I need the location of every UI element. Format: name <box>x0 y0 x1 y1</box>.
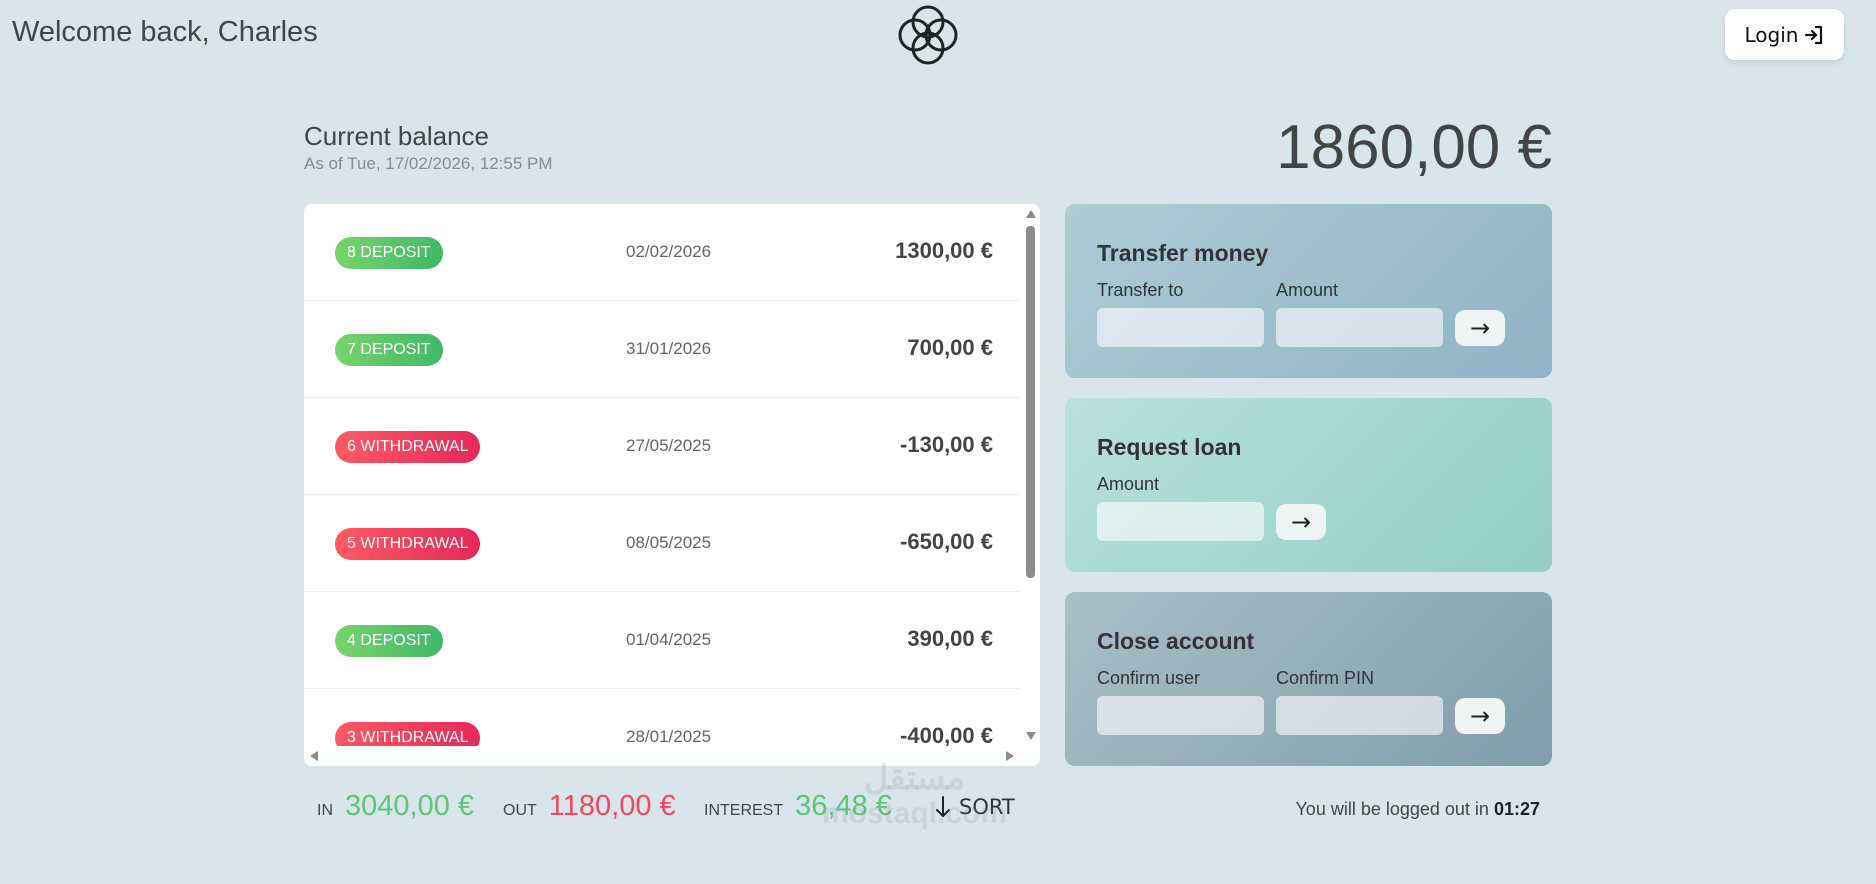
movement-type-badge: 8 DEPOSIT <box>335 237 443 269</box>
scrollbar-thumb[interactable] <box>1026 226 1035 578</box>
movements-list[interactable]: 8 DEPOSIT 02/02/2026 1300,00 € 7 DEPOSIT… <box>304 204 1040 766</box>
summary-out-value: 1180,00 € <box>548 790 676 822</box>
movement-type-badge: 5 WITHDRAWAL <box>335 528 481 560</box>
summary-in-value: 3040,00 € <box>345 790 475 822</box>
movement-row: 6 WITHDRAWAL 27/05/2025 -130,00 € <box>304 398 1020 495</box>
movement-date: 31/01/2026 <box>626 339 712 358</box>
logout-text: You will be logged out in <box>1295 799 1489 819</box>
close-submit-button[interactable]: → <box>1455 698 1505 734</box>
summary-interest-label: INTEREST <box>704 802 784 819</box>
movement-date: 02/02/2026 <box>626 242 712 261</box>
scroll-right-icon[interactable] <box>1006 751 1014 761</box>
scroll-up-icon[interactable] <box>1026 210 1036 218</box>
balance-label: Current balance <box>304 121 489 151</box>
movement-row: 7 DEPOSIT 31/01/2026 700,00 € <box>304 301 1020 398</box>
transfer-to-label: Transfer to <box>1097 280 1184 300</box>
welcome-message: Welcome back, Charles <box>12 16 318 48</box>
watermark: مستقل mostaql.com <box>822 759 1008 831</box>
movement-date: 01/04/2025 <box>626 630 712 649</box>
loan-title: Request loan <box>1097 434 1242 460</box>
logout-time: 01:27 <box>1493 799 1540 819</box>
transfer-amount-input[interactable] <box>1276 308 1443 347</box>
confirm-user-label: Confirm user <box>1097 668 1201 688</box>
loan-panel: Request loan Amount → <box>1065 398 1552 572</box>
close-title: Close account <box>1097 628 1255 654</box>
transfer-to-input[interactable] <box>1097 308 1264 347</box>
movement-row: 5 WITHDRAWAL 08/05/2025 -650,00 € <box>304 495 1020 592</box>
movement-value: -130,00 € <box>900 432 993 457</box>
loan-submit-button[interactable]: → <box>1276 504 1326 540</box>
scroll-down-icon[interactable] <box>1026 732 1036 740</box>
transfer-title: Transfer money <box>1097 240 1269 266</box>
movement-date: 08/05/2025 <box>626 533 712 552</box>
movement-date: 27/05/2025 <box>626 436 712 455</box>
movement-value: 700,00 € <box>907 335 993 360</box>
interlocking-circles-logo <box>898 5 958 65</box>
movement-row: 4 DEPOSIT 01/04/2025 390,00 € <box>304 592 1020 689</box>
summary-in-label: IN <box>317 802 333 819</box>
vertical-scrollbar[interactable] <box>1020 204 1040 746</box>
movement-type-badge: 7 DEPOSIT <box>335 334 443 366</box>
balance-date: As of Tue, 17/02/2026, 12:55 PM <box>304 154 553 173</box>
watermark-latin: mostaql.com <box>822 797 1008 831</box>
movement-type-badge: 6 WITHDRAWAL <box>335 431 481 463</box>
sign-in-icon <box>1805 25 1823 44</box>
summary-in: IN 3040,00 € <box>317 790 474 823</box>
summary-out: OUT 1180,00 € <box>503 790 676 823</box>
movement-value: -650,00 € <box>900 529 993 554</box>
summary-out-label: OUT <box>503 802 537 819</box>
movement-row: 8 DEPOSIT 02/02/2026 1300,00 € <box>304 204 1020 301</box>
watermark-arabic: مستقل <box>863 759 966 797</box>
transfer-submit-button[interactable]: → <box>1455 310 1505 346</box>
transfer-amount-label: Amount <box>1276 280 1339 300</box>
movement-type-badge: 4 DEPOSIT <box>335 625 443 657</box>
transfer-panel: Transfer money Transfer to Amount → <box>1065 204 1552 378</box>
logout-timer: You will be logged out in 01:27 <box>1295 799 1540 820</box>
balance-value: 1860,00 € <box>1276 113 1552 182</box>
close-account-panel: Close account Confirm user Confirm PIN → <box>1065 592 1552 766</box>
movement-value: 390,00 € <box>907 626 993 651</box>
login-button[interactable]: Login <box>1725 9 1844 60</box>
movement-value: 1300,00 € <box>895 238 993 263</box>
loan-amount-input[interactable] <box>1097 502 1264 541</box>
confirm-pin-label: Confirm PIN <box>1276 668 1375 688</box>
confirm-user-input[interactable] <box>1097 696 1264 735</box>
confirm-pin-input[interactable] <box>1276 696 1443 735</box>
login-label: Login <box>1744 22 1799 47</box>
scroll-left-icon[interactable] <box>310 751 318 761</box>
movement-date: 28/01/2025 <box>626 727 712 746</box>
loan-amount-label: Amount <box>1097 474 1160 494</box>
